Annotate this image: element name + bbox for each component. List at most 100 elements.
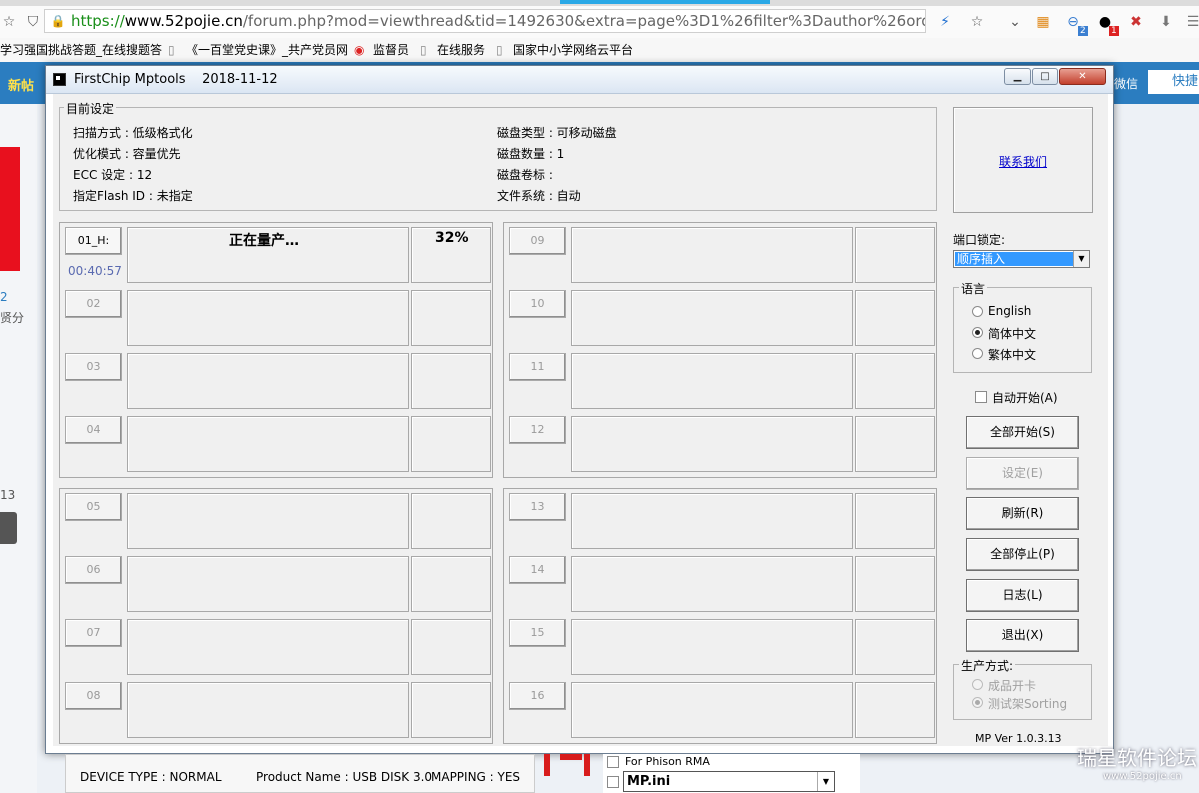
lightning-icon[interactable]: ⚡ bbox=[936, 13, 954, 31]
apps-grid-icon[interactable]: ▦ bbox=[1034, 13, 1052, 31]
port-status-cell bbox=[571, 682, 853, 738]
red-mark bbox=[584, 754, 590, 776]
mapping-text: MAPPING : YES bbox=[431, 770, 521, 784]
mp-ini-select[interactable]: MP.ini ▼ bbox=[623, 771, 835, 792]
window-title: FirstChip Mptools 2018-11-12 bbox=[74, 72, 278, 87]
port-progress-cell bbox=[411, 619, 491, 675]
exit-button[interactable]: 退出(X) bbox=[966, 619, 1079, 652]
port-status-cell bbox=[571, 556, 853, 612]
side-dark-button[interactable] bbox=[0, 512, 17, 544]
radio-finished-product[interactable] bbox=[972, 679, 983, 690]
port-status-cell bbox=[127, 353, 409, 409]
contact-us-link[interactable]: 联系我们 bbox=[999, 153, 1047, 170]
dropdown-arrow-icon[interactable]: ▼ bbox=[1073, 251, 1089, 267]
product-name-text: Product Name : USB DISK 3.0 bbox=[256, 770, 433, 784]
port-slot-button[interactable]: 08 bbox=[65, 682, 122, 710]
port-slot-button[interactable]: 01_H: bbox=[65, 227, 122, 255]
port-slot-button[interactable]: 13 bbox=[509, 493, 566, 521]
bookmark-item[interactable]: 学习强国挑战答题_在线搜题答 bbox=[0, 38, 162, 62]
favorite-star-icon[interactable]: ☆ bbox=[968, 13, 986, 31]
radio-traditional-chinese-label[interactable]: 繁体中文 bbox=[988, 346, 1036, 363]
url-path: /forum.php?mod=viewthread&tid=1492630&ex… bbox=[242, 12, 925, 30]
bookmark-item[interactable]: 国家中小学网络云平台 bbox=[513, 38, 633, 62]
port-slot-button[interactable]: 10 bbox=[509, 290, 566, 318]
port-slot-button[interactable]: 15 bbox=[509, 619, 566, 647]
radio-test-sorting[interactable] bbox=[972, 697, 983, 708]
weibo-icon: ◉ bbox=[354, 43, 365, 57]
port-progress-cell bbox=[411, 353, 491, 409]
block-icon[interactable]: ✖ bbox=[1127, 13, 1145, 31]
settings-group-label: 目前设定 bbox=[64, 100, 117, 117]
port-progress-cell bbox=[855, 227, 935, 283]
auto-start-label[interactable]: 自动开始(A) bbox=[992, 389, 1058, 406]
port-progress-cell bbox=[411, 416, 491, 472]
port-slot-button[interactable]: 12 bbox=[509, 416, 566, 444]
chevron-down-icon[interactable]: ▼ bbox=[817, 772, 834, 791]
radio-english[interactable] bbox=[972, 306, 983, 317]
star-icon[interactable]: ☆ bbox=[0, 13, 18, 31]
auto-start-checkbox[interactable] bbox=[975, 391, 987, 403]
for-phison-checkbox[interactable] bbox=[607, 756, 619, 768]
bookmark-item[interactable]: 监督员 bbox=[373, 38, 409, 62]
url-scheme: https:// bbox=[71, 12, 125, 30]
port-slot-button[interactable]: 11 bbox=[509, 353, 566, 381]
port-slot-button[interactable]: 06 bbox=[65, 556, 122, 584]
port-progress-text: 32% bbox=[435, 230, 469, 246]
watermark-url: www.52pojie.cn bbox=[1103, 771, 1182, 782]
refresh-button[interactable]: 刷新(R) bbox=[966, 497, 1079, 530]
mp-ini-checkbox[interactable] bbox=[607, 776, 619, 788]
page-icon: ▯ bbox=[168, 43, 175, 57]
shield-icon[interactable]: ⛉ bbox=[24, 13, 42, 31]
app-icon bbox=[53, 73, 66, 86]
radio-simplified-chinese[interactable] bbox=[972, 327, 983, 338]
radio-simplified-chinese-label[interactable]: 简体中文 bbox=[988, 325, 1036, 342]
nav-quick[interactable]: 快捷 bbox=[1148, 70, 1199, 94]
settings-button[interactable]: 设定(E) bbox=[966, 457, 1079, 490]
red-mark bbox=[560, 754, 582, 760]
port-status-cell bbox=[571, 290, 853, 346]
radio-test-sorting-label[interactable]: 测试架Sorting bbox=[988, 695, 1067, 712]
window-titlebar[interactable]: FirstChip Mptools 2018-11-12 ▁ □ ✕ bbox=[46, 66, 1113, 94]
ecc-setting-text: ECC 设定 : 12 bbox=[73, 168, 153, 182]
minimize-button[interactable]: ▁ bbox=[1004, 68, 1031, 85]
port-slot-button[interactable]: 09 bbox=[509, 227, 566, 255]
url-domain: www.52pojie.cn bbox=[124, 12, 243, 30]
nav-wechat[interactable]: 微信 bbox=[1114, 75, 1138, 92]
url-input[interactable]: 🔒 https://www.52pojie.cn/forum.php?mod=v… bbox=[44, 9, 926, 33]
badge-count: 2 bbox=[1078, 26, 1088, 36]
port-slot-button[interactable]: 03 bbox=[65, 353, 122, 381]
port-status-cell bbox=[127, 682, 409, 738]
radio-traditional-chinese[interactable] bbox=[972, 348, 983, 359]
port-slot-button[interactable]: 02 bbox=[65, 290, 122, 318]
port-slot-button[interactable]: 14 bbox=[509, 556, 566, 584]
maximize-button[interactable]: □ bbox=[1032, 68, 1058, 85]
bookmark-item[interactable]: 《一百堂党史课》_共产党员网 bbox=[186, 38, 348, 62]
for-phison-text: For Phison RMA bbox=[625, 755, 710, 768]
side-text: 2 bbox=[0, 290, 8, 304]
chevron-down-icon[interactable]: ⌄ bbox=[1006, 13, 1024, 31]
close-button[interactable]: ✕ bbox=[1059, 68, 1106, 85]
start-all-button[interactable]: 全部开始(S) bbox=[966, 416, 1079, 449]
radio-english-label[interactable]: English bbox=[988, 304, 1031, 318]
flash-id-text: 指定Flash ID : 未指定 bbox=[73, 189, 193, 203]
port-slot-button[interactable]: 04 bbox=[65, 416, 122, 444]
log-button[interactable]: 日志(L) bbox=[966, 579, 1079, 612]
download-icon[interactable]: ⬇ bbox=[1157, 13, 1175, 31]
bookmarks-bar: 学习强国挑战答题_在线搜题答 ▯ 《一百堂党史课》_共产党员网 ◉ 监督员 ▯ … bbox=[0, 38, 1199, 63]
page-icon: ▯ bbox=[420, 43, 427, 57]
menu-icon[interactable]: ☰ bbox=[1184, 13, 1199, 31]
behind-device-info: DEVICE TYPE : NORMAL Product Name : USB … bbox=[65, 754, 535, 793]
port-status-cell bbox=[127, 619, 409, 675]
port-slot-button[interactable]: 05 bbox=[65, 493, 122, 521]
port-slot-button[interactable]: 07 bbox=[65, 619, 122, 647]
radio-finished-product-label[interactable]: 成品开卡 bbox=[988, 677, 1036, 694]
badge-count: 1 bbox=[1109, 26, 1119, 36]
stop-all-button[interactable]: 全部停止(P) bbox=[966, 538, 1079, 571]
nav-new-post[interactable]: 新帖 bbox=[8, 75, 34, 94]
side-text: 13 bbox=[0, 488, 16, 502]
port-progress-cell bbox=[411, 290, 491, 346]
port-lock-select[interactable]: 顺序插入 ▼ bbox=[953, 250, 1090, 268]
bookmark-item[interactable]: 在线服务 bbox=[437, 38, 485, 62]
port-slot-button[interactable]: 16 bbox=[509, 682, 566, 710]
port-progress-cell bbox=[855, 290, 935, 346]
